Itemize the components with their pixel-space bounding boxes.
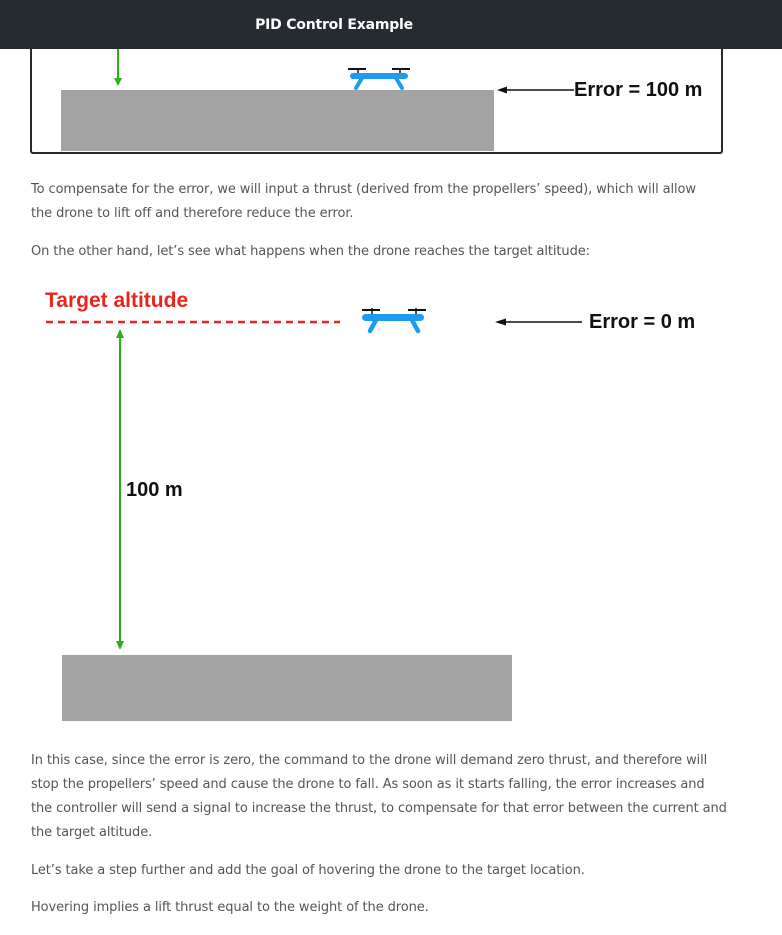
page-title: PID Control Example: [255, 17, 413, 33]
error-label-main: Error = 0 m: [589, 311, 696, 333]
ground-block: [62, 655, 512, 721]
paragraph-target-reached: On the other hand, let’s see what happen…: [31, 244, 590, 259]
error-label-top: Error = 100 m: [574, 79, 703, 101]
paragraph-hovering-thrust: Hovering implies a lift thrust equal to …: [31, 900, 429, 915]
paragraph-hovering-goal: Let’s take a step further and add the go…: [31, 863, 585, 878]
altitude-distance-arrow: [116, 329, 124, 650]
top-bar: PID Control Example: [0, 0, 782, 49]
distance-label: 100 m: [126, 479, 183, 501]
drone-icon: [362, 308, 426, 334]
error-arrow-main: [495, 318, 582, 326]
paragraph-zero-error: In this case, since the error is zero, t…: [31, 753, 727, 840]
paragraph-compensate: To compensate for the error, we will inp…: [31, 182, 696, 221]
target-altitude-label: Target altitude: [45, 289, 189, 312]
